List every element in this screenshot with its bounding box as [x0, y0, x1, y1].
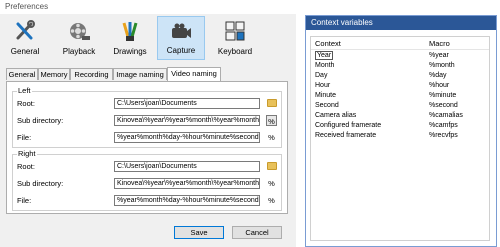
list-item[interactable]: Configured framerate %camfps: [311, 121, 489, 131]
macro-value: %camfps: [429, 122, 458, 129]
context-name: Configured framerate: [315, 122, 382, 129]
context-variables-list: Context Macro Year %year Month %month Day%…: [310, 36, 490, 241]
right-file-input[interactable]: %year%month%day-%hour%minute%second: [114, 195, 260, 206]
window-title: Preferences: [5, 2, 49, 11]
list-item[interactable]: Received framerate %recvfps: [311, 131, 489, 141]
left-file-input[interactable]: %year%month%day-%hour%minute%second: [114, 132, 260, 143]
left-subdir-macro-button[interactable]: %: [266, 115, 277, 126]
right-file-macro-button[interactable]: %: [266, 195, 277, 206]
right-root-label: Root:: [17, 162, 35, 171]
list-item[interactable]: Month %month: [311, 61, 489, 71]
toolbar-playback-label: Playback: [62, 47, 96, 56]
left-root-label: Root:: [17, 99, 35, 108]
brushes-icon: [122, 22, 138, 41]
context-name: Month: [315, 62, 335, 69]
toolbar-playback[interactable]: Playback: [56, 16, 102, 60]
toolbar-keyboard-label: Keyboard: [217, 47, 253, 56]
right-subdir-label: Sub directory:: [17, 179, 64, 188]
left-group: Left Root: C:\Users\joan\Documents Sub d…: [12, 86, 282, 148]
toolbar-drawings[interactable]: Drawings: [108, 16, 152, 60]
cancel-button[interactable]: Cancel: [232, 226, 282, 239]
macro-value: %recvfps: [429, 132, 458, 139]
preferences-toolbar: General Playback Drawings Capture Keyboa…: [0, 14, 296, 60]
macro-value: %hour: [429, 82, 450, 89]
context-name: Hour: [315, 82, 331, 89]
list-item[interactable]: Camera alias %camalias: [311, 111, 489, 121]
tab-video-naming[interactable]: Video naming: [167, 67, 221, 81]
column-context-header[interactable]: Context: [315, 39, 341, 48]
list-item[interactable]: Year %year: [311, 51, 489, 61]
left-group-label: Left: [17, 86, 32, 95]
keyboard-icon: [225, 21, 245, 41]
toolbar-general-label: General: [10, 47, 40, 56]
right-root-folder-icon[interactable]: [267, 162, 277, 170]
tab-general[interactable]: General: [6, 68, 38, 80]
camera-icon: [172, 23, 191, 38]
left-root-folder-icon[interactable]: [267, 99, 277, 107]
macro-value: %minute: [429, 92, 457, 99]
left-root-input[interactable]: C:\Users\joan\Documents: [114, 98, 260, 109]
film-reel-icon: [70, 23, 90, 40]
right-subdir-macro-button[interactable]: %: [266, 178, 277, 189]
context-name: Received framerate: [315, 132, 377, 139]
right-file-label: File:: [17, 196, 32, 205]
context-name: Minute: [315, 92, 337, 99]
column-macro-header[interactable]: Macro: [429, 39, 450, 48]
save-button[interactable]: Save: [174, 226, 224, 239]
tab-memory[interactable]: Memory: [38, 68, 70, 80]
context-variables-window: Context variables Context Macro Year %yea…: [305, 15, 497, 247]
macro-value: %day: [429, 72, 447, 79]
title-bar: Preferences: [0, 0, 296, 14]
macro-value: %year: [429, 52, 449, 59]
context-name: Second: [315, 102, 339, 109]
toolbar-capture-label: Capture: [166, 46, 196, 55]
tab-recording[interactable]: Recording: [70, 68, 113, 80]
macro-value: %month: [429, 62, 455, 69]
right-group-label: Right: [17, 149, 37, 158]
list-item[interactable]: Hour %hour: [311, 81, 489, 91]
list-item[interactable]: Minute %minute: [311, 91, 489, 101]
context-name: Year: [315, 51, 334, 60]
right-group: Right Root: C:\Users\joan\Documents Sub …: [12, 149, 282, 211]
left-file-macro-button[interactable]: %: [266, 132, 277, 143]
list-item[interactable]: Second %second: [311, 101, 489, 111]
left-subdir-input[interactable]: Kinovea\%year\%year%month\%year%month%d: [114, 115, 260, 126]
context-variables-title: Context variables: [306, 16, 496, 30]
list-header: Context Macro: [311, 37, 489, 50]
right-subdir-input[interactable]: Kinovea\%year\%year%month\%year%month%d: [114, 178, 260, 189]
context-name: Day: [315, 72, 328, 79]
toolbar-drawings-label: Drawings: [113, 47, 147, 56]
right-root-input[interactable]: C:\Users\joan\Documents: [114, 161, 260, 172]
video-naming-panel: Left Root: C:\Users\joan\Documents Sub d…: [6, 81, 288, 214]
list-item[interactable]: Day %day: [311, 71, 489, 81]
tab-image-naming[interactable]: Image naming: [113, 68, 167, 80]
wrench-screwdriver-icon: [16, 20, 35, 40]
macro-value: %second: [429, 102, 458, 109]
macro-value: %camalias: [429, 112, 463, 119]
toolbar-keyboard[interactable]: Keyboard: [212, 16, 258, 60]
toolbar-general[interactable]: General: [4, 16, 46, 60]
context-name: Camera alias: [315, 112, 357, 119]
toolbar-capture[interactable]: Capture: [157, 16, 205, 60]
preferences-window: Preferences General Playback Drawings Ca…: [0, 0, 296, 247]
left-subdir-label: Sub directory:: [17, 116, 64, 125]
left-file-label: File:: [17, 133, 32, 142]
